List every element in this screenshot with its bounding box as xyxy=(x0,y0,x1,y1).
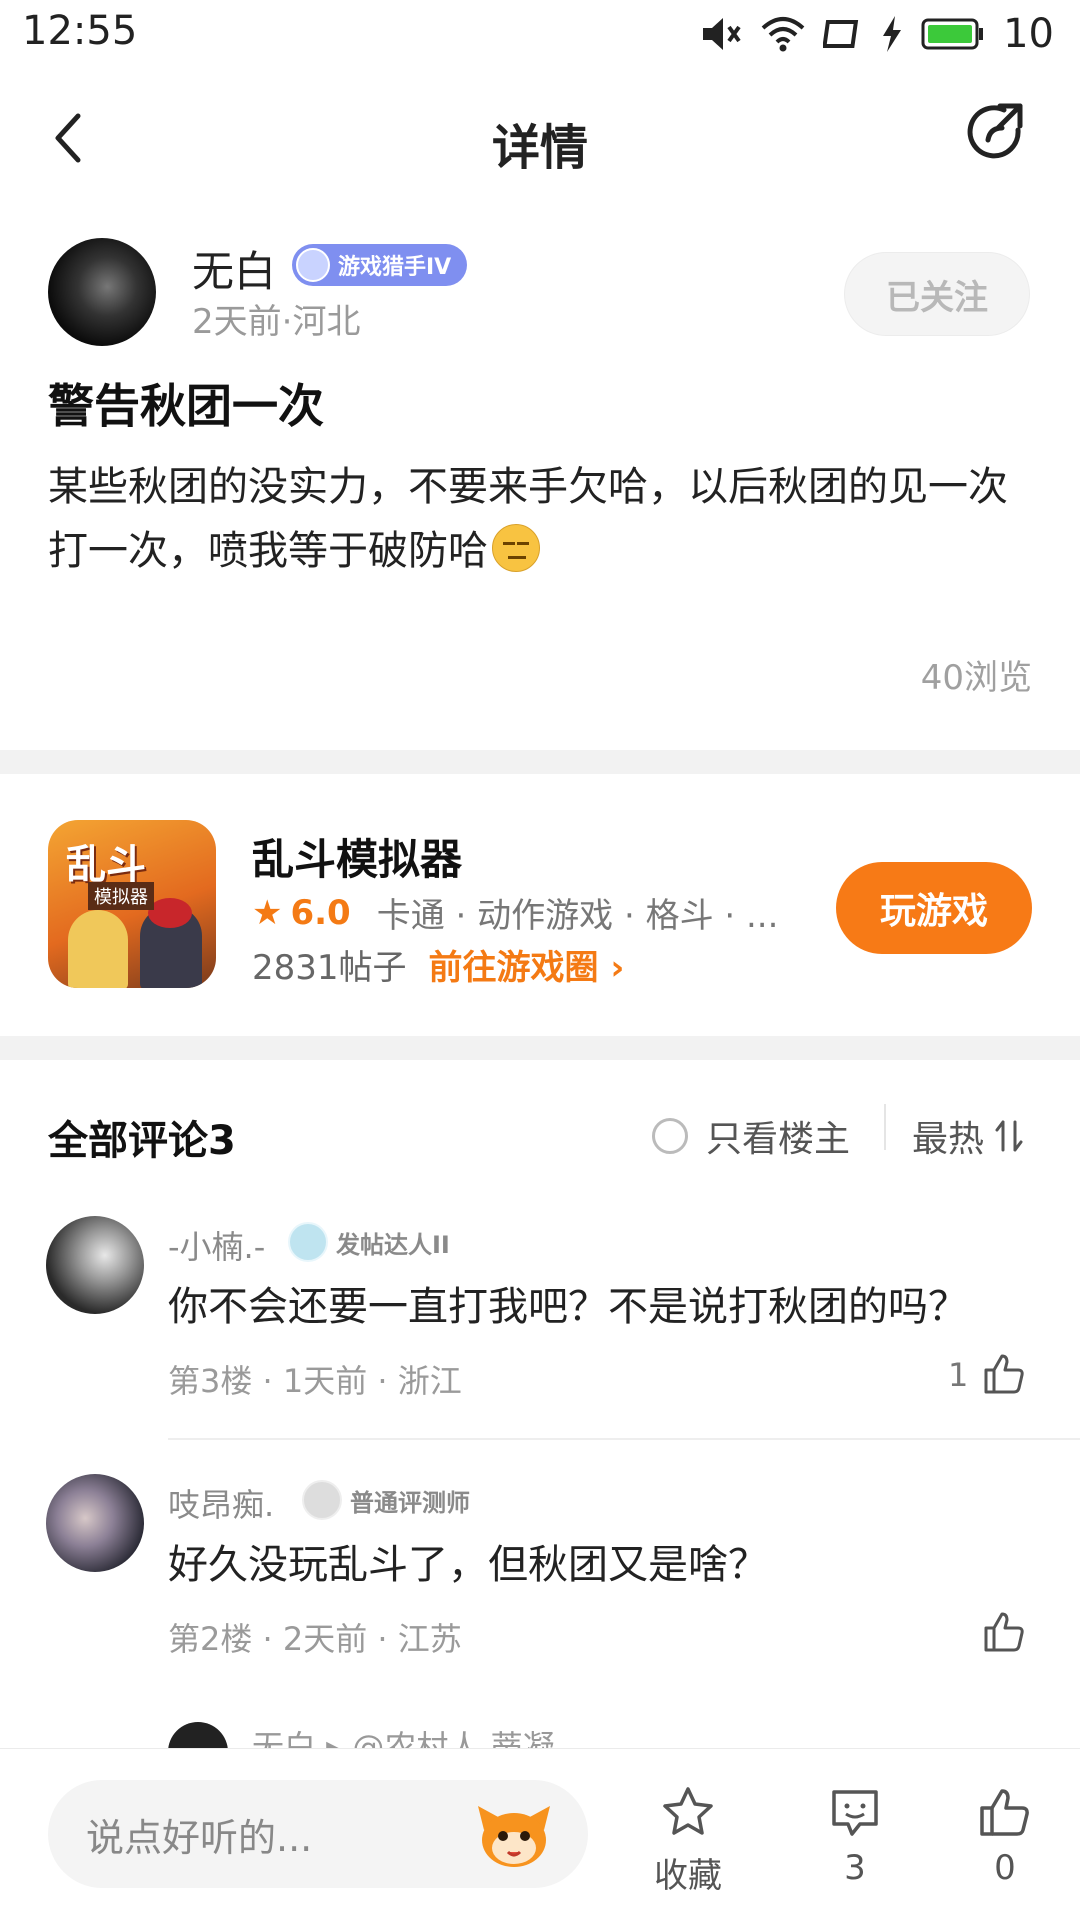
comment-meta: 第3楼 · 1天前 · 浙江 xyxy=(168,1362,462,1400)
battery-icon xyxy=(921,18,984,50)
mascot-icon xyxy=(478,1806,550,1867)
share-icon xyxy=(967,103,1023,159)
mascot-emoji-icon[interactable] xyxy=(474,1800,554,1870)
like-button[interactable]: 0 xyxy=(976,1784,1034,1888)
commenter-badge: 发帖达人II xyxy=(288,1222,450,1262)
game-posts-row: 2831帖子 前往游戏圈 › xyxy=(252,940,624,989)
comment-text: 好久没玩乱斗了，但秋团又是啥？ xyxy=(168,1542,768,1588)
commenter-name[interactable]: -小楠.- xyxy=(168,1222,265,1268)
author-name[interactable]: 无白 xyxy=(192,238,276,299)
favorite-button[interactable]: 收藏 xyxy=(654,1784,722,1897)
comment-separator xyxy=(168,1438,1080,1440)
status-time: 12:55 xyxy=(22,8,138,54)
commenter-avatar[interactable] xyxy=(46,1474,144,1572)
game-rating: 6.0 xyxy=(290,892,351,933)
game-icon[interactable]: 乱斗 模拟器 xyxy=(48,820,216,988)
badge-icon xyxy=(288,1222,328,1262)
comment-like-button[interactable] xyxy=(980,1608,1028,1660)
game-art-hair xyxy=(148,898,192,928)
thumbs-up-icon xyxy=(984,1354,1024,1394)
favorite-label: 收藏 xyxy=(654,1856,722,1896)
post-title: 警告秋团一次 xyxy=(48,379,324,433)
comment-like-count: 1 xyxy=(948,1356,969,1394)
comment-meta: 第2楼 · 2天前 · 江苏 xyxy=(168,1620,462,1658)
status-icons: 10 xyxy=(699,10,1054,58)
commenter-badge-label: 普通评测师 xyxy=(350,1488,470,1517)
comment-text: 你不会还要一直打我吧？不是说打秋团的吗？ xyxy=(168,1284,968,1330)
comment-count: 3 xyxy=(844,1848,866,1888)
sort-toggle[interactable]: 最热 xyxy=(912,1110,1024,1162)
commenter-badge: 普通评测师 xyxy=(302,1480,470,1520)
author-badge-label: 游戏猎手IV xyxy=(338,255,452,280)
comments-button[interactable]: 3 xyxy=(826,1784,884,1888)
section-divider xyxy=(0,750,1080,774)
commenter-badge-label: 发帖达人II xyxy=(336,1230,450,1259)
thumbs-up-icon xyxy=(984,1612,1024,1652)
page-title: 详情 xyxy=(491,120,588,176)
star-icon: ★ xyxy=(252,892,283,933)
share-button[interactable] xyxy=(964,100,1028,164)
star-outline-icon xyxy=(663,1787,713,1835)
game-name[interactable]: 乱斗模拟器 xyxy=(252,826,462,887)
game-icon-subtitle: 模拟器 xyxy=(88,882,154,910)
mute-icon xyxy=(703,18,741,50)
game-art-figure xyxy=(68,910,128,988)
badge-icon xyxy=(296,248,330,282)
play-game-button[interactable]: 玩游戏 xyxy=(836,862,1032,954)
comments-title: 全部评论3 xyxy=(48,1118,236,1164)
sort-arrows-icon xyxy=(995,1120,1023,1152)
game-rating-row: ★ 6.0 卡通 · 动作游戏 · 格斗 · ... xyxy=(252,888,778,937)
comment-icon xyxy=(832,1790,878,1836)
only-op-label: 只看楼主 xyxy=(706,1119,851,1160)
radio-icon[interactable] xyxy=(652,1118,688,1154)
commenter-avatar[interactable] xyxy=(46,1216,144,1314)
divider xyxy=(884,1104,886,1150)
comment-like-button[interactable] xyxy=(980,1350,1028,1402)
author-meta: 2天前·河北 xyxy=(192,302,361,342)
expressionless-emoji-icon xyxy=(492,524,540,572)
screen-icon xyxy=(823,20,859,48)
author-avatar[interactable] xyxy=(48,238,156,346)
wifi-icon xyxy=(761,17,805,52)
game-tags: 卡通 · 动作游戏 · 格斗 · ... xyxy=(376,896,779,936)
section-divider xyxy=(0,1036,1080,1060)
author-badge: 游戏猎手IV xyxy=(292,244,468,286)
view-count: 40浏览 xyxy=(920,658,1032,698)
game-post-count: 2831帖子 xyxy=(252,948,407,988)
commenter-name[interactable]: 吱昂痴. xyxy=(168,1480,274,1526)
only-op-toggle[interactable]: 只看楼主 xyxy=(652,1110,850,1162)
sort-label: 最热 xyxy=(912,1119,985,1160)
post-body: 某些秋团的没实力，不要来手欠哈，以后秋团的见一次打一次，喷我等于破防哈 xyxy=(48,455,1038,583)
follow-button[interactable]: 已关注 xyxy=(844,252,1030,336)
goto-game-circle-link[interactable]: 前往游戏圈 › xyxy=(429,940,625,989)
badge-icon xyxy=(302,1480,342,1520)
thumbs-up-icon xyxy=(980,1789,1029,1836)
battery-level: 10 xyxy=(1003,11,1054,57)
charging-icon xyxy=(883,16,902,52)
like-count: 0 xyxy=(994,1848,1016,1888)
